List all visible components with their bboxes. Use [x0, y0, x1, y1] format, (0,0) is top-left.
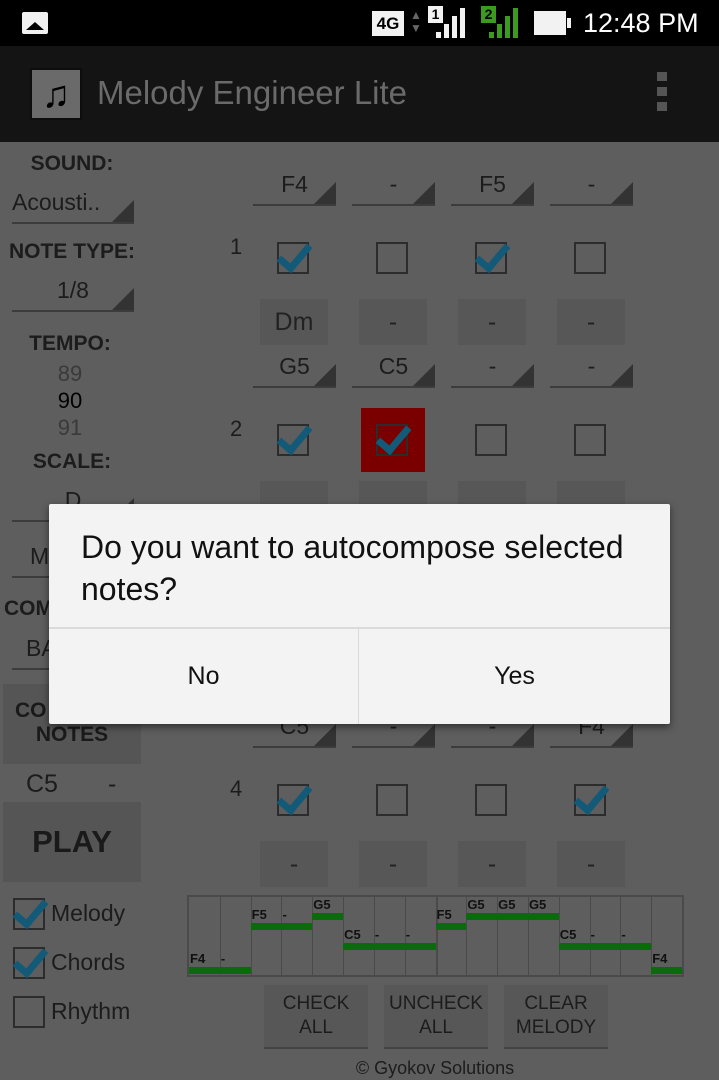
measure-number: 2 [230, 416, 243, 441]
clock: 12:48 PM [583, 8, 699, 38]
note-select-checkbox[interactable] [376, 424, 408, 456]
roll-note-bar [651, 967, 682, 974]
roll-note-bar [189, 967, 251, 974]
copyright-footer: © Gyokov Solutions [355, 1058, 515, 1078]
note-select-checkbox[interactable] [574, 784, 606, 816]
sound-label: SOUND: [30, 152, 114, 175]
battery-icon [534, 11, 571, 35]
roll-note-label: - [405, 927, 411, 942]
roll-note-bar [497, 913, 528, 920]
uncheck-all-button[interactable]: UNCHECK ALL [384, 985, 488, 1047]
music-note-icon: ♫ [30, 68, 82, 120]
signal-sim2-icon: 2 [481, 6, 521, 38]
check-all-button[interactable]: CHECK ALL [264, 985, 368, 1047]
tempo-label: TEMPO: [29, 332, 111, 355]
roll-note-bar [435, 923, 467, 930]
note-dropdown[interactable]: C5 [352, 348, 435, 388]
roll-note-label: F4 [190, 951, 206, 966]
sound-dropdown[interactable]: Acousti.. [12, 184, 134, 224]
roll-note-label: G5 [313, 897, 331, 912]
roll-note-label: G5 [467, 897, 485, 912]
roll-note-label: G5 [498, 897, 516, 912]
note-select-checkbox[interactable] [574, 424, 606, 456]
tempo-next[interactable]: 91 [40, 414, 100, 441]
chords-checkbox[interactable] [13, 947, 45, 979]
note-select-checkbox[interactable] [277, 242, 309, 274]
chord-button[interactable]: - [557, 299, 625, 345]
roll-note-bar [466, 913, 498, 920]
app-bar: ♫ Melody Engineer Lite [0, 46, 719, 142]
note-type-label: NOTE TYPE: [8, 240, 135, 263]
yes-button[interactable]: Yes [359, 629, 670, 724]
note-select-checkbox[interactable] [475, 424, 507, 456]
roll-note-label: - [282, 907, 287, 922]
note-select-checkbox[interactable] [376, 784, 408, 816]
overflow-menu-icon[interactable] [654, 72, 670, 116]
roll-note-label: - [621, 927, 626, 942]
note-type-dropdown[interactable]: 1/8 [12, 272, 134, 312]
note-dropdown[interactable]: G5 [253, 348, 336, 388]
melody-checkbox[interactable] [13, 898, 45, 930]
note-select-checkbox[interactable] [574, 242, 606, 274]
roll-note-label: - [220, 951, 226, 966]
piano-roll: F4- F5- G5 C5- - F5 G5 G5 G5 C5- - F4 [187, 895, 684, 977]
roll-note-label: G5 [528, 897, 547, 912]
clear-melody-button[interactable]: CLEAR MELODY [504, 985, 608, 1047]
roll-note-bar [343, 943, 436, 950]
composition-label: COM [4, 597, 53, 620]
chord-button[interactable]: - [359, 841, 427, 887]
play-button[interactable]: PLAY [3, 802, 141, 882]
roll-note-label: C5 [559, 927, 577, 942]
note-select-checkbox[interactable] [475, 784, 507, 816]
note-dropdown[interactable]: - [550, 348, 633, 388]
chord-button[interactable]: - [458, 841, 526, 887]
roll-note-bar [527, 913, 559, 920]
note-select-checkbox[interactable] [475, 242, 507, 274]
scale-label: SCALE: [32, 450, 112, 473]
note-select-checkbox[interactable] [376, 242, 408, 274]
image-notification-icon [22, 12, 48, 34]
chords-label: Chords [51, 949, 126, 975]
autocompose-dialog: Do you want to autocompose selected note… [49, 504, 670, 724]
dialog-message: Do you want to autocompose selected note… [81, 529, 624, 607]
status-bar: 4G ▲ ▼ 1 2 12:48 PM [0, 0, 719, 46]
chord-button[interactable]: - [458, 299, 526, 345]
current-chord: - [108, 770, 117, 798]
roll-note-label: F4 [652, 951, 668, 966]
signal-sim1-icon: 1 [428, 6, 468, 38]
roll-note-bar [250, 923, 313, 930]
roll-note-label: F5 [436, 907, 452, 922]
tempo-picker[interactable]: 89 90 91 [40, 360, 100, 441]
tempo-prev[interactable]: 89 [40, 360, 100, 387]
chord-button[interactable]: - [260, 841, 328, 887]
roll-note-label: F5 [251, 907, 267, 922]
note-dropdown[interactable]: - [451, 348, 534, 388]
rhythm-checkbox[interactable] [13, 996, 45, 1028]
rhythm-label: Rhythm [51, 998, 131, 1024]
roll-note-label: - [590, 927, 595, 942]
network-4g-icon: 4G [372, 11, 404, 36]
measure-number: 4 [230, 776, 243, 801]
note-dropdown[interactable]: - [550, 166, 633, 206]
note-select-checkbox[interactable] [277, 424, 309, 456]
roll-note-bar [558, 943, 652, 950]
data-arrows-icon: ▲ ▼ [410, 8, 422, 35]
current-note: C5 [26, 770, 58, 798]
note-dropdown[interactable]: F4 [253, 166, 336, 206]
chord-button[interactable]: Dm [260, 299, 328, 345]
roll-note-bar [312, 913, 344, 920]
chord-button[interactable]: - [557, 841, 625, 887]
chord-button[interactable]: - [359, 299, 427, 345]
roll-note-label: - [374, 927, 380, 942]
no-button[interactable]: No [49, 629, 358, 724]
roll-note-label: C5 [344, 927, 361, 942]
note-dropdown[interactable]: F5 [451, 166, 534, 206]
measure-number: 1 [230, 234, 243, 259]
note-dropdown[interactable]: - [352, 166, 435, 206]
tempo-value[interactable]: 90 [40, 387, 100, 414]
note-select-checkbox[interactable] [277, 784, 309, 816]
app-title: Melody Engineer Lite [97, 74, 408, 111]
melody-label: Melody [51, 900, 126, 926]
